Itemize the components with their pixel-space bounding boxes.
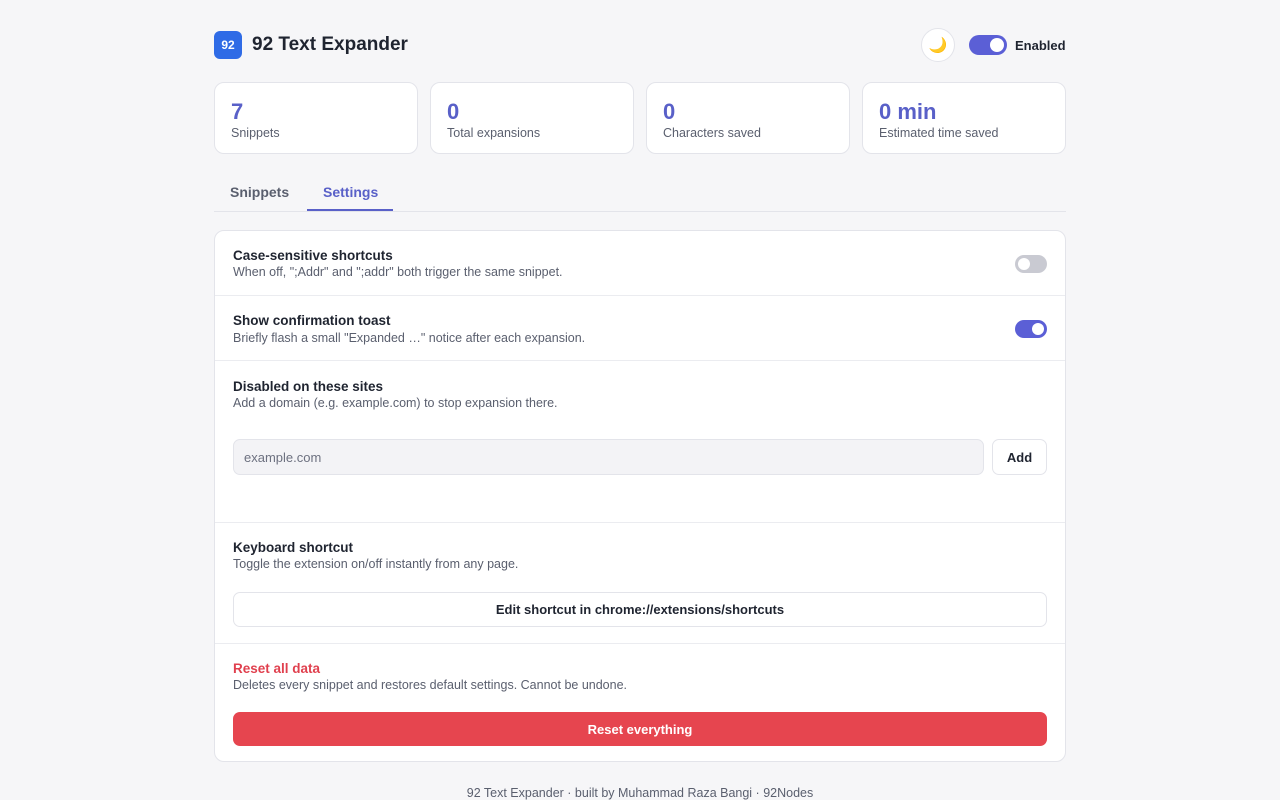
setting-description: Add a domain (e.g. example.com) to stop … xyxy=(233,396,558,410)
app-title: 92 Text Expander xyxy=(252,34,408,55)
setting-title: Reset all data xyxy=(233,661,321,676)
setting-case-sensitive: Case-sensitive shortcuts When off, ";Add… xyxy=(215,231,1065,296)
app-root: 92 92 Text Expander 🌙 Enabled 7 Snippets… xyxy=(214,0,1066,800)
edit-shortcut-button[interactable]: Edit shortcut in chrome://extensions/sho… xyxy=(233,592,1047,627)
stat-card-expansions: 0 Total expansions xyxy=(430,82,634,154)
stat-value: 7 xyxy=(231,99,244,124)
add-domain-button[interactable]: Add xyxy=(992,439,1047,475)
setting-title: Case-sensitive shortcuts xyxy=(233,248,393,263)
setting-keyboard-shortcut: Keyboard shortcut Toggle the extension o… xyxy=(215,523,1065,644)
theme-toggle-button[interactable]: 🌙 xyxy=(921,28,955,62)
active-tab-indicator xyxy=(307,209,393,211)
stat-card-snippets: 7 Snippets xyxy=(214,82,418,154)
moon-icon: 🌙 xyxy=(928,36,948,54)
footer: 92 Text Expander · built by Muhammad Raz… xyxy=(466,786,814,800)
setting-reset: Reset all data Deletes every snippet and… xyxy=(215,644,1065,761)
stat-value: 0 min xyxy=(879,99,937,124)
enabled-label: Enabled xyxy=(1015,38,1066,53)
setting-description: Toggle the extension on/off instantly fr… xyxy=(233,557,519,571)
stat-label: Characters saved xyxy=(663,126,761,140)
toast-toggle[interactable] xyxy=(1015,320,1047,338)
stat-card-time: 0 min Estimated time saved xyxy=(862,82,1066,154)
setting-disabled-sites: Disabled on these sites Add a domain (e.… xyxy=(215,361,1065,523)
stat-card-characters: 0 Characters saved xyxy=(646,82,850,154)
stat-value: 0 xyxy=(447,99,460,124)
enabled-toggle[interactable] xyxy=(969,35,1007,55)
stat-label: Estimated time saved xyxy=(879,126,999,140)
setting-title: Disabled on these sites xyxy=(233,379,384,394)
reset-everything-button[interactable]: Reset everything xyxy=(233,712,1047,746)
tab-settings[interactable]: Settings xyxy=(323,184,378,200)
tab-bar: Snippets Settings xyxy=(214,172,1066,212)
domain-input[interactable] xyxy=(233,439,984,475)
case-sensitive-toggle[interactable] xyxy=(1015,255,1047,273)
tab-snippets[interactable]: Snippets xyxy=(230,184,289,200)
settings-panel: Case-sensitive shortcuts When off, ";Add… xyxy=(214,230,1066,762)
setting-description: When off, ";Addr" and ";addr" both trigg… xyxy=(233,265,563,279)
stat-label: Snippets xyxy=(231,126,280,140)
stat-value: 0 xyxy=(663,99,676,124)
stats-row: 7 Snippets 0 Total expansions 0 Characte… xyxy=(214,82,1066,154)
setting-title: Keyboard shortcut xyxy=(233,540,354,555)
app-logo: 92 xyxy=(214,31,242,59)
setting-description: Briefly flash a small "Expanded …" notic… xyxy=(233,331,586,345)
setting-toast: Show confirmation toast Briefly flash a … xyxy=(215,296,1065,361)
stat-label: Total expansions xyxy=(447,126,541,140)
setting-description: Deletes every snippet and restores defau… xyxy=(233,678,628,692)
header: 92 92 Text Expander 🌙 Enabled xyxy=(214,28,1066,62)
setting-title: Show confirmation toast xyxy=(233,313,391,328)
